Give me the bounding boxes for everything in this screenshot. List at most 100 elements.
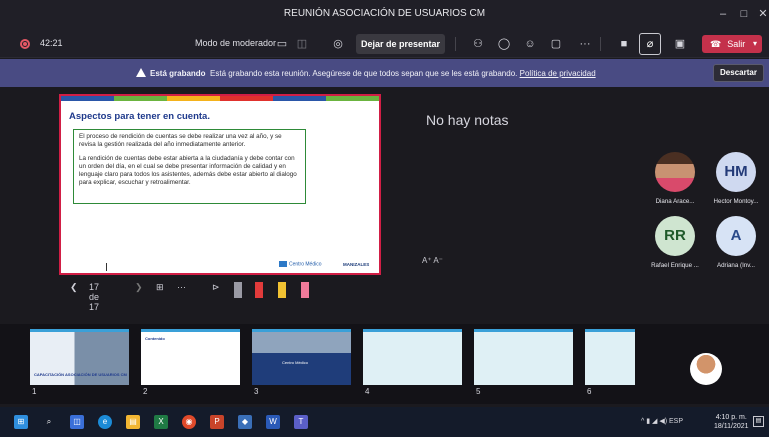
slide-logo: Centro Médico: [279, 261, 322, 267]
system-tray[interactable]: ^ ▮ ◢ ◀) ESP: [641, 417, 683, 425]
participant-name: Rafael Enrique ...: [651, 262, 699, 269]
dismiss-button[interactable]: Descartar: [713, 64, 764, 82]
text-cursor: [106, 263, 107, 271]
thumbnail-number: 6: [587, 387, 592, 396]
chevron-down-icon[interactable]: ▾: [753, 35, 757, 53]
self-video[interactable]: [690, 353, 722, 385]
banner-text: Está grabando Está grabando esta reunión…: [136, 68, 596, 78]
teams-icon[interactable]: T: [294, 415, 308, 429]
avatar: RR: [655, 216, 695, 256]
previous-slide-icon[interactable]: ❮: [70, 282, 78, 293]
share-tray-icon[interactable]: ▣: [672, 36, 688, 52]
teams-window: REUNIÓN ASOCIACIÓN DE USUARIOS CM – □ ✕ …: [0, 0, 769, 437]
slide-paragraph: La rendición de cuentas debe estar abier…: [79, 155, 297, 186]
window-title: REUNIÓN ASOCIACIÓN DE USUARIOS CM: [283, 8, 486, 19]
slide-thumbnail[interactable]: [474, 329, 573, 385]
excel-icon[interactable]: X: [154, 415, 168, 429]
pink-pen-icon[interactable]: [301, 282, 309, 298]
reactions-icon[interactable]: ☺: [522, 36, 538, 52]
stop-presenting-button[interactable]: Dejar de presentar: [356, 34, 445, 54]
thumbnail-number: 4: [365, 387, 370, 396]
thumbnail-number: 5: [476, 387, 481, 396]
moderator-mode-label: Modo de moderador: [195, 38, 277, 48]
clock-date: 18/11/2021: [714, 423, 749, 430]
participant-name: Diana Arace...: [655, 198, 695, 205]
file-explorer-icon[interactable]: ▤: [126, 415, 140, 429]
rooms-icon[interactable]: ▢: [548, 36, 564, 52]
slide-thumbnail[interactable]: Centro Médico: [252, 329, 351, 385]
avatar: HM: [716, 152, 756, 192]
chat-icon[interactable]: ◯: [496, 36, 512, 52]
thumbnail-caption: Contenido: [145, 336, 165, 341]
participant-name: Adriana (Inv...: [716, 262, 756, 269]
windows-taskbar: ⊞ ⌕ ◫ e ▤ X ◉ P ◆ W T ^ ▮ ◢ ◀) ESP 4:10 …: [0, 407, 769, 437]
start-icon[interactable]: ⊞: [14, 415, 28, 429]
thumbnail-number: 1: [32, 387, 37, 396]
participants-icon[interactable]: ⚇: [470, 36, 486, 52]
word-icon[interactable]: W: [266, 415, 280, 429]
more-actions-icon[interactable]: ···: [577, 36, 593, 52]
search-icon[interactable]: ⌕: [42, 415, 56, 429]
mic-off-icon[interactable]: ⌀: [639, 33, 661, 55]
divider: [455, 37, 456, 51]
avatar: [655, 152, 695, 192]
slide-paragraph: El proceso de rendición de cuentas se de…: [79, 133, 282, 148]
standout-view-icon[interactable]: ◫: [294, 36, 310, 52]
maximize-button[interactable]: □: [736, 6, 752, 22]
clock[interactable]: 4:10 p. m. 18/11/2021: [714, 413, 749, 431]
title-bar: REUNIÓN ASOCIACIÓN DE USUARIOS CM – □ ✕: [0, 0, 769, 30]
visibility-icon[interactable]: ◎: [330, 36, 346, 52]
slide-content-box: El proceso de rendición de cuentas se de…: [73, 129, 306, 204]
slide-color-bar: [61, 96, 379, 101]
next-slide-icon[interactable]: ❯: [135, 282, 143, 293]
banner-message: Está grabando esta reunión. Asegúrese de…: [210, 69, 518, 78]
participant-tile[interactable]: A Adriana (Inv...: [708, 216, 764, 269]
current-slide[interactable]: Aspectos para tener en cuenta. El proces…: [59, 94, 381, 275]
eraser-icon[interactable]: [234, 282, 242, 298]
presenter-view-icon[interactable]: ▭: [274, 36, 290, 52]
thumbnail-caption: CAPACITACIÓN ASOCIACIÓN DE USUARIOS CM: [34, 372, 127, 377]
thumbnail-number: 3: [254, 387, 259, 396]
thumbnail-caption: Centro Médico: [282, 360, 309, 365]
slide-thumbnail[interactable]: Contenido: [141, 329, 240, 385]
avatar: A: [716, 216, 756, 256]
recording-icon: [20, 39, 30, 49]
recording-banner: Está grabando Está grabando esta reunión…: [0, 59, 769, 87]
warning-icon: [136, 68, 146, 77]
privacy-policy-link[interactable]: Política de privacidad: [520, 69, 596, 78]
powerpoint-icon[interactable]: P: [210, 415, 224, 429]
leave-label: Salir: [727, 39, 746, 49]
thumbnail-number: 2: [143, 387, 148, 396]
slide-title: Aspectos para tener en cuenta.: [69, 111, 210, 122]
participant-tile[interactable]: Diana Arace...: [647, 152, 703, 205]
highlighter-icon[interactable]: [278, 282, 286, 298]
participant-name: Hector Montoy...: [713, 198, 759, 205]
slide-logo-secondary: MANIZALES: [343, 262, 370, 267]
divider: [600, 37, 601, 51]
chrome-icon[interactable]: ◉: [182, 415, 196, 429]
minimize-button[interactable]: –: [715, 6, 731, 22]
clock-time: 4:10 p. m.: [715, 414, 747, 421]
more-options-icon[interactable]: ···: [177, 282, 186, 292]
leave-button[interactable]: ☎ Salir ▾: [702, 35, 762, 53]
language-indicator: ESP: [669, 418, 684, 425]
slide-thumbnail[interactable]: CAPACITACIÓN ASOCIACIÓN DE USUARIOS CM: [30, 329, 129, 385]
notification-icon[interactable]: ▤: [753, 416, 764, 427]
laser-pointer-icon[interactable]: ⊳: [212, 282, 220, 293]
banner-bold: Está grabando: [150, 69, 206, 78]
camera-off-icon[interactable]: ■: [616, 36, 632, 52]
participant-tile[interactable]: RR Rafael Enrique ...: [647, 216, 703, 269]
phone-icon: ☎: [710, 39, 722, 49]
slide-thumbnail[interactable]: [585, 329, 635, 385]
close-button[interactable]: ✕: [755, 6, 769, 22]
font-size-controls[interactable]: A⁺ A⁻: [422, 256, 443, 265]
taskview-icon[interactable]: ◫: [70, 415, 84, 429]
edge-icon[interactable]: e: [98, 415, 112, 429]
slide-counter: 17 de 17: [89, 282, 100, 312]
meeting-controls: 42:21 Modo de moderador ▭ ◫ ◎ Dejar de p…: [0, 30, 769, 58]
grid-view-icon[interactable]: ⊞: [156, 282, 164, 293]
app-icon[interactable]: ◆: [238, 415, 252, 429]
participant-tile[interactable]: HM Hector Montoy...: [708, 152, 764, 205]
slide-thumbnail[interactable]: [363, 329, 462, 385]
red-pen-icon[interactable]: [255, 282, 263, 298]
